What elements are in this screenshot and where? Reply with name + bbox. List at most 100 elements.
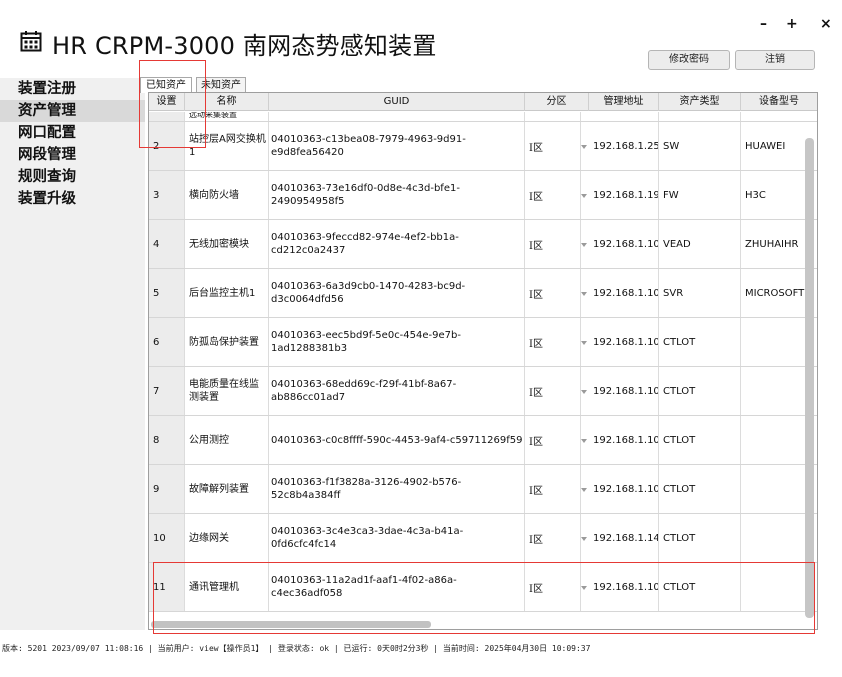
cell-address: 192.168.1.144	[589, 514, 659, 562]
cell-name: 通讯管理机	[185, 563, 269, 611]
tab-unknown-assets[interactable]: 未知资产	[196, 77, 246, 93]
cell-address: 192.168.1.105	[589, 465, 659, 513]
background-window-edge	[822, 0, 842, 677]
cell-address: 192.168.1.100	[589, 269, 659, 317]
sidebar: 装置注册 资产管理 网口配置 网段管理 规则查询 装置升级	[0, 78, 145, 630]
cell-guid: 04010363-c13bea08-7979-4963-9d91-e9d8fea…	[269, 122, 525, 170]
column-header-settings[interactable]: 设置	[149, 93, 185, 111]
close-button[interactable]: ×	[820, 16, 832, 32]
table-row[interactable]: 3 横向防火墙 04010363-73e16df0-0d8e-4c3d-bfe1…	[149, 171, 817, 220]
asset-table: 设置 名称 GUID 分区 管理地址 资产类型 设备型号 远动采集装置 2 站控…	[148, 92, 818, 630]
change-password-button[interactable]: 修改密码	[648, 50, 730, 70]
cell-address: 192.168.1.199	[589, 171, 659, 219]
sidebar-item-segment-management[interactable]: 网段管理	[0, 144, 145, 166]
cell-name: 电能质量在线监测装置	[185, 367, 269, 415]
table-header: 设置 名称 GUID 分区 管理地址 资产类型 设备型号	[149, 93, 817, 111]
cell-index: 3	[149, 171, 185, 219]
cell-asset-type: FW	[659, 171, 741, 219]
sidebar-item-device-upgrade[interactable]: 装置升级	[0, 188, 145, 210]
cell-asset-type: CTLOT	[659, 416, 741, 464]
table-row[interactable]: 10 边缘网关 04010363-3c4e3ca3-3dae-4c3a-b41a…	[149, 514, 817, 563]
table-row[interactable]: 4 无线加密模块 04010363-9feccd82-974e-4ef2-bb1…	[149, 220, 817, 269]
chevron-down-icon[interactable]	[581, 563, 589, 611]
table-row[interactable]: 6 防孤岛保护装置 04010363-eec5bd9f-5e0c-454e-9e…	[149, 318, 817, 367]
table-row-partial[interactable]: 远动采集装置	[149, 112, 817, 122]
table-row[interactable]: 5 后台监控主机1 04010363-6a3d9cb0-1470-4283-bc…	[149, 269, 817, 318]
cell-asset-type: CTLOT	[659, 318, 741, 366]
cell-name: 无线加密模块	[185, 220, 269, 268]
cell-address: 192.168.1.103	[589, 367, 659, 415]
cell-asset-type: VEAD	[659, 220, 741, 268]
table-row[interactable]: 2 站控层A网交换机1 04010363-c13bea08-7979-4963-…	[149, 122, 817, 171]
status-bar: 版本: 5201 2023/09/07 11:08:16 | 当前用户: vie…	[2, 644, 591, 653]
zone-select[interactable]: I区	[525, 269, 581, 317]
cell-index: 11	[149, 563, 185, 611]
cell-guid: 04010363-9feccd82-974e-4ef2-bb1a-cd212c0…	[269, 220, 525, 268]
chevron-down-icon[interactable]	[581, 269, 589, 317]
column-header-name[interactable]: 名称	[185, 93, 269, 111]
zone-select[interactable]: I区	[525, 122, 581, 170]
sidebar-item-port-config[interactable]: 网口配置	[0, 122, 145, 144]
zone-select[interactable]: I区	[525, 367, 581, 415]
cell-name: 公用测控	[185, 416, 269, 464]
cell-index: 7	[149, 367, 185, 415]
cell-index: 5	[149, 269, 185, 317]
chevron-down-icon[interactable]	[581, 514, 589, 562]
chevron-down-icon[interactable]	[581, 367, 589, 415]
zone-select[interactable]: I区	[525, 416, 581, 464]
chevron-down-icon[interactable]	[581, 220, 589, 268]
column-header-asset-type[interactable]: 资产类型	[659, 93, 741, 111]
table-row[interactable]: 8 公用测控 04010363-c0c8ffff-590c-4453-9af4-…	[149, 416, 817, 465]
cell-guid: 04010363-c0c8ffff-590c-4453-9af4-c597112…	[269, 416, 525, 464]
cell-address: 192.168.1.104	[589, 416, 659, 464]
cell-asset-type: CTLOT	[659, 367, 741, 415]
calendar-icon	[20, 31, 42, 52]
cell-asset-type: CTLOT	[659, 563, 741, 611]
column-header-address[interactable]: 管理地址	[589, 93, 659, 111]
table-body: 远动采集装置 2 站控层A网交换机1 04010363-c13bea08-797…	[149, 112, 817, 624]
cell-guid: 04010363-3c4e3ca3-3dae-4c3a-b41a-0fd6cfc…	[269, 514, 525, 562]
cell-address: 192.168.1.253	[589, 122, 659, 170]
chevron-down-icon[interactable]	[581, 465, 589, 513]
vertical-scrollbar[interactable]	[805, 138, 814, 618]
cell-index: 9	[149, 465, 185, 513]
zone-select[interactable]: I区	[525, 220, 581, 268]
sidebar-item-device-register[interactable]: 装置注册	[0, 78, 145, 100]
minimize-button[interactable]: –	[760, 16, 767, 32]
cell-asset-type: CTLOT	[659, 514, 741, 562]
cell-guid: 04010363-eec5bd9f-5e0c-454e-9e7b-1ad1288…	[269, 318, 525, 366]
tab-known-assets[interactable]: 已知资产	[140, 77, 192, 93]
chevron-down-icon[interactable]	[581, 318, 589, 366]
maximize-button[interactable]: +	[786, 16, 798, 32]
cell-name: 边缘网关	[185, 514, 269, 562]
cell-guid: 04010363-6a3d9cb0-1470-4283-bc9d-d3c0064…	[269, 269, 525, 317]
cell-address: 192.168.1.101	[589, 563, 659, 611]
table-row[interactable]: 11 通讯管理机 04010363-11a2ad1f-aaf1-4f02-a86…	[149, 563, 817, 612]
column-header-device-model[interactable]: 设备型号	[741, 93, 817, 111]
cell-name: 远动采集装置	[185, 112, 269, 121]
chevron-down-icon[interactable]	[581, 122, 589, 170]
chevron-down-icon[interactable]	[581, 171, 589, 219]
sidebar-item-asset-management[interactable]: 资产管理	[0, 100, 145, 122]
logout-button[interactable]: 注销	[735, 50, 815, 70]
cell-asset-type: SW	[659, 122, 741, 170]
cell-name: 站控层A网交换机1	[185, 122, 269, 170]
cell-address: 192.168.1.106	[589, 220, 659, 268]
column-header-zone[interactable]: 分区	[525, 93, 589, 111]
table-row[interactable]: 7 电能质量在线监测装置 04010363-68edd69c-f29f-41bf…	[149, 367, 817, 416]
zone-select[interactable]: I区	[525, 171, 581, 219]
cell-guid: 04010363-68edd69c-f29f-41bf-8a67-ab886cc…	[269, 367, 525, 415]
zone-select[interactable]: I区	[525, 563, 581, 611]
cell-asset-type: CTLOT	[659, 465, 741, 513]
zone-select[interactable]: I区	[525, 514, 581, 562]
cell-guid: 04010363-f1f3828a-3126-4902-b576-52c8b4a…	[269, 465, 525, 513]
table-row[interactable]: 9 故障解列装置 04010363-f1f3828a-3126-4902-b57…	[149, 465, 817, 514]
cell-index: 10	[149, 514, 185, 562]
zone-select[interactable]: I区	[525, 318, 581, 366]
sidebar-item-rule-query[interactable]: 规则查询	[0, 166, 145, 188]
horizontal-scrollbar[interactable]	[151, 621, 431, 628]
chevron-down-icon[interactable]	[581, 416, 589, 464]
zone-select[interactable]: I区	[525, 465, 581, 513]
cell-guid: 04010363-11a2ad1f-aaf1-4f02-a86a-c4ec36a…	[269, 563, 525, 611]
column-header-guid[interactable]: GUID	[269, 93, 525, 111]
